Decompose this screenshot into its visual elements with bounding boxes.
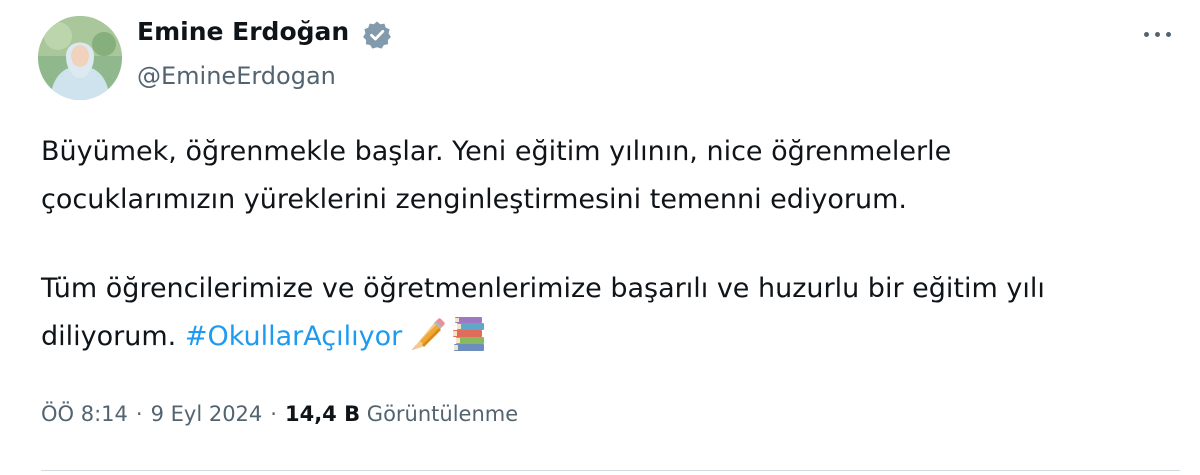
views-label: Görüntülenme bbox=[366, 402, 519, 426]
post-line: çocuklarımızın yüreklerini zenginleştirm… bbox=[41, 184, 908, 215]
post-text: Büyümek, öğrenmekle başlar. Yeni eğitim … bbox=[41, 128, 1181, 361]
verified-badge-icon bbox=[363, 21, 391, 49]
books-icon bbox=[453, 317, 485, 351]
post-line: Tüm öğrencilerimize ve öğretmenlerimize … bbox=[41, 273, 1045, 304]
views-count: 14,4 B bbox=[284, 402, 361, 426]
divider bbox=[41, 470, 1180, 471]
post-line-with-hashtag: diliyorum. #OkullarAçılıyor bbox=[41, 313, 1181, 361]
post-metadata: ÖÖ 8:14 · 9 Eyl 2024 · 14,4 B Görüntülenme bbox=[41, 402, 518, 426]
author-avatar[interactable] bbox=[38, 16, 122, 100]
post-time[interactable]: ÖÖ 8:14 bbox=[41, 402, 128, 426]
separator: · bbox=[135, 402, 143, 426]
post-line: Büyümek, öğrenmekle başlar. Yeni eğitim … bbox=[41, 136, 952, 167]
post-date[interactable]: 9 Eyl 2024 bbox=[151, 402, 263, 426]
author-handle[interactable]: @EmineErdogan bbox=[137, 62, 336, 90]
more-options-icon[interactable] bbox=[1138, 20, 1178, 50]
separator: · bbox=[270, 402, 277, 426]
pencil-icon bbox=[412, 318, 445, 350]
hashtag-link[interactable]: #OkullarAçılıyor bbox=[185, 321, 402, 352]
post-line: diliyorum. bbox=[41, 321, 177, 352]
author-display-name[interactable]: Emine Erdoğan bbox=[137, 17, 349, 46]
tweet-card: Emine Erdoğan @EmineErdogan Büyümek, öğr… bbox=[0, 0, 1200, 475]
